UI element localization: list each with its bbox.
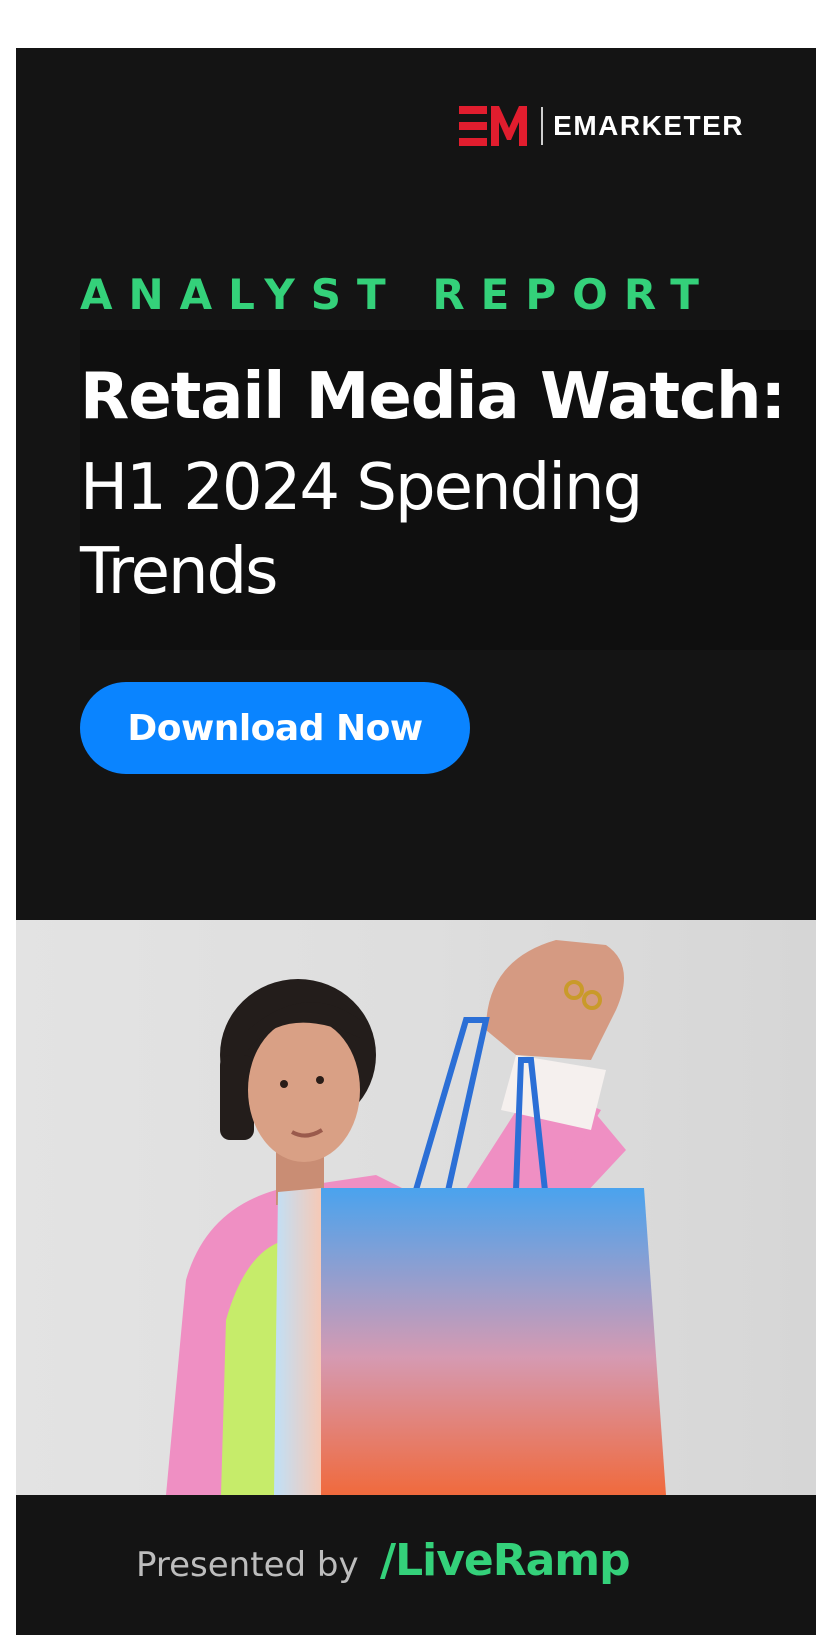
logo-divider bbox=[541, 107, 544, 145]
hero-image bbox=[16, 920, 816, 1495]
brand-name: EMARKETER bbox=[553, 110, 744, 141]
sponsor-footer: Presented by /LiveRamp bbox=[16, 1495, 816, 1635]
em-logo-icon bbox=[459, 106, 528, 146]
report-subtitle: H1 2024 Spending Trends bbox=[80, 451, 643, 609]
emarketer-logo: EMARKETER bbox=[459, 104, 744, 148]
ad-banner[interactable]: EMARKETER ANALYST REPORT Retail Media Wa… bbox=[16, 48, 816, 1635]
presented-by-label: Presented by bbox=[136, 1545, 359, 1585]
shopper-illustration bbox=[166, 940, 666, 1495]
eyebrow-label: ANALYST REPORT bbox=[80, 270, 715, 319]
report-title: Retail Media Watch: bbox=[80, 360, 786, 434]
liveramp-logo: /LiveRamp bbox=[380, 1535, 631, 1586]
download-now-button[interactable]: Download Now bbox=[80, 682, 470, 774]
